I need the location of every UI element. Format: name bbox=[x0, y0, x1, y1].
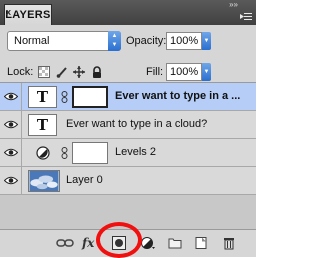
layer-mask-thumbnail[interactable] bbox=[72, 86, 108, 108]
link-layers-icon[interactable] bbox=[56, 236, 74, 250]
opacity-label: Opacity: bbox=[126, 35, 167, 47]
layer-name: Ever want to type in a cloud? bbox=[66, 118, 208, 130]
trash-icon[interactable] bbox=[222, 236, 236, 250]
eye-icon bbox=[4, 148, 18, 157]
blend-mode-select[interactable]: Normal ▲ ▼ bbox=[7, 31, 121, 51]
layer-row-adjustment[interactable]: Levels 2 bbox=[0, 139, 256, 167]
visibility-toggle[interactable] bbox=[0, 83, 22, 111]
mask-link-chain-icon[interactable] bbox=[61, 91, 68, 103]
new-layer-icon[interactable] bbox=[194, 236, 208, 250]
layer-name: Layer 0 bbox=[66, 174, 103, 186]
tab-label: LAYERS bbox=[5, 9, 51, 21]
red-highlight-circle bbox=[96, 222, 142, 258]
levels-adjustment-icon bbox=[36, 146, 50, 160]
lock-position-icon[interactable] bbox=[73, 66, 85, 78]
fill-input[interactable]: 100% bbox=[166, 63, 202, 81]
collapse-panel-icon[interactable]: »» bbox=[229, 0, 238, 9]
panel-tabbar: x LAYERS »» bbox=[0, 0, 256, 25]
text-layer-thumbnail: T bbox=[28, 114, 57, 136]
cloud-image-thumbnail bbox=[28, 170, 60, 192]
fill-label: Fill: bbox=[146, 66, 164, 78]
visibility-toggle[interactable] bbox=[0, 111, 22, 139]
opacity-input[interactable]: 100% bbox=[166, 32, 202, 50]
blend-mode-value: Normal bbox=[14, 35, 50, 47]
layer-name: Levels 2 bbox=[115, 146, 156, 158]
new-group-icon[interactable] bbox=[168, 236, 182, 250]
eye-icon bbox=[4, 176, 18, 185]
visibility-toggle[interactable] bbox=[0, 139, 22, 167]
layers-list: T Ever want to type in a ... T Ever want… bbox=[0, 83, 256, 229]
chevron-updown-icon: ▲ ▼ bbox=[108, 31, 121, 51]
layer-row-image[interactable]: Layer 0 bbox=[0, 167, 256, 195]
tab-layers[interactable]: x LAYERS bbox=[4, 4, 52, 25]
opacity-dropdown-icon[interactable]: ▼ bbox=[202, 32, 211, 50]
text-layer-thumbnail: T bbox=[28, 86, 57, 108]
layer-name: Ever want to type in a ... bbox=[115, 90, 241, 102]
fill-dropdown-icon[interactable]: ▼ bbox=[202, 63, 211, 81]
panel-menu-icon[interactable] bbox=[240, 13, 252, 21]
lock-transparent-icon[interactable] bbox=[38, 66, 50, 78]
close-tab-icon[interactable]: x bbox=[6, 2, 11, 22]
adjustment-layer-icon[interactable] bbox=[141, 236, 155, 250]
layer-row-text-selected[interactable]: T Ever want to type in a ... bbox=[0, 83, 256, 111]
lock-image-pixels-icon[interactable] bbox=[56, 66, 68, 78]
layers-panel: x LAYERS »» Normal ▲ ▼ Opacity: 100% ▼ Lo… bbox=[0, 0, 256, 258]
lock-all-icon[interactable] bbox=[91, 66, 103, 78]
layer-row-text[interactable]: T Ever want to type in a cloud? bbox=[0, 111, 256, 139]
eye-icon bbox=[4, 92, 18, 101]
fx-icon[interactable]: fx bbox=[82, 236, 96, 250]
layer-mask-thumbnail[interactable] bbox=[72, 142, 108, 164]
lock-label: Lock: bbox=[7, 66, 34, 78]
eye-icon bbox=[4, 120, 18, 129]
mask-link-chain-icon[interactable] bbox=[61, 147, 68, 159]
visibility-toggle[interactable] bbox=[0, 167, 22, 195]
